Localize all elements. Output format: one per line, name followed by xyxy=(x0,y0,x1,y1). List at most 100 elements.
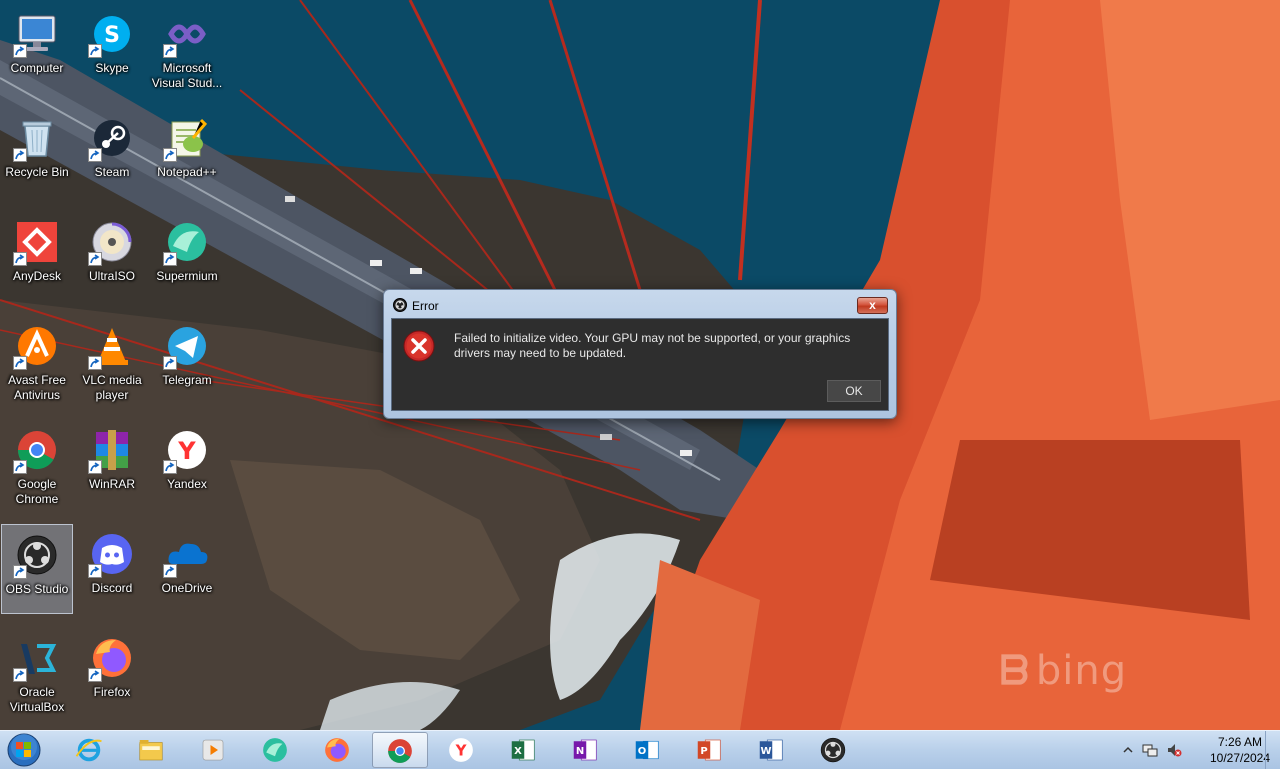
desktop-shortcut-label: Avast Free Antivirus xyxy=(8,373,66,402)
taskbar-button-chrome[interactable] xyxy=(372,732,428,768)
svg-text:X: X xyxy=(514,746,522,757)
shortcut-arrow-icon xyxy=(13,356,27,370)
desktop-shortcut-avast[interactable]: Avast Free Antivirus xyxy=(1,316,73,406)
shortcut-arrow-icon xyxy=(13,252,27,266)
supermium-icon xyxy=(163,218,211,266)
system-tray: 7:26 AM 10/27/2024 xyxy=(1120,731,1280,769)
shortcut-arrow-icon xyxy=(13,460,27,474)
svg-text:O: O xyxy=(638,746,647,757)
desktop-shortcut-label: OBS Studio xyxy=(5,582,69,596)
chrome-icon xyxy=(388,739,412,763)
shortcut-arrow-icon xyxy=(13,148,27,162)
ok-button[interactable]: OK xyxy=(827,380,881,402)
close-button[interactable]: x xyxy=(857,297,888,314)
desktop-shortcut-anydesk[interactable]: AnyDesk xyxy=(1,212,73,302)
taskbar-button-internet-explorer[interactable] xyxy=(62,732,118,768)
svg-text:P: P xyxy=(700,746,707,757)
shortcut-arrow-icon xyxy=(163,148,177,162)
desktop-shortcut-notepad-plus-plus[interactable]: Notepad++ xyxy=(151,108,223,198)
onenote-icon: N xyxy=(573,739,597,761)
taskbar-button-outlook[interactable]: O xyxy=(620,732,676,768)
discord-icon xyxy=(88,530,136,578)
desktop-shortcut-onedrive[interactable]: OneDrive xyxy=(151,524,223,614)
taskbar-button-supermium[interactable] xyxy=(248,732,304,768)
desktop-shortcut-chrome[interactable]: Google Chrome xyxy=(1,420,73,510)
yandex-icon: Y xyxy=(163,426,211,474)
dialog-titlebar[interactable]: Error x xyxy=(384,290,896,318)
desktop-shortcut-supermium[interactable]: Supermium xyxy=(151,212,223,302)
desktop-shortcut-label: Recycle Bin xyxy=(5,165,69,179)
taskbar-button-obs[interactable] xyxy=(806,732,862,768)
supermium-icon xyxy=(263,738,287,762)
desktop-shortcut-label: Notepad++ xyxy=(157,165,217,179)
shortcut-arrow-icon xyxy=(88,148,102,162)
virtualbox-icon xyxy=(13,634,61,682)
error-message: Failed to initialize video. Your GPU may… xyxy=(454,331,851,360)
taskbar-button-media-player[interactable] xyxy=(186,732,242,768)
obs-icon xyxy=(820,737,846,763)
desktop-shortcut-vlc[interactable]: VLC media player xyxy=(76,316,148,406)
svg-text:Y: Y xyxy=(455,742,468,760)
firefox-icon xyxy=(325,738,349,762)
shortcut-arrow-icon xyxy=(88,460,102,474)
desktop-shortcut-yandex[interactable]: Y Yandex xyxy=(151,420,223,510)
desktop-shortcut-recycle-bin[interactable]: Recycle Bin xyxy=(1,108,73,198)
chrome-icon xyxy=(13,426,61,474)
taskbar-button-explorer-folder[interactable] xyxy=(124,732,180,768)
shortcut-arrow-icon xyxy=(163,460,177,474)
show-desktop-button[interactable] xyxy=(1265,731,1280,769)
desktop-shortcut-ultraiso[interactable]: UltraISO xyxy=(76,212,148,302)
desktop-shortcut-label: Firefox xyxy=(93,685,131,699)
taskbar-button-firefox[interactable] xyxy=(310,732,366,768)
shortcut-arrow-icon xyxy=(163,356,177,370)
desktop-shortcut-computer[interactable]: Computer xyxy=(1,4,73,94)
volume-muted-icon[interactable] xyxy=(1166,742,1182,758)
desktop-shortcut-label: WinRAR xyxy=(88,477,135,491)
svg-text:S: S xyxy=(104,23,120,48)
desktop-shortcut-label: Telegram xyxy=(162,373,212,387)
desktop-shortcut-label: OneDrive xyxy=(161,581,213,595)
taskbar-button-word[interactable]: W xyxy=(744,732,800,768)
shortcut-arrow-icon xyxy=(13,44,27,58)
ultraiso-icon xyxy=(88,218,136,266)
shortcut-arrow-icon xyxy=(163,44,177,58)
powerpoint-icon: P xyxy=(697,739,721,761)
skype-icon: S xyxy=(88,10,136,58)
shortcut-arrow-icon xyxy=(13,668,27,682)
shortcut-arrow-icon xyxy=(13,565,27,579)
taskbar-button-excel[interactable]: X xyxy=(496,732,552,768)
desktop-shortcut-discord[interactable]: Discord xyxy=(76,524,148,614)
shortcut-arrow-icon xyxy=(163,564,177,578)
svg-text:Y: Y xyxy=(177,437,196,465)
desktop-shortcut-virtualbox[interactable]: Oracle VirtualBox xyxy=(1,628,73,718)
desktop-shortcut-steam[interactable]: Steam xyxy=(76,108,148,198)
start-button[interactable] xyxy=(2,732,46,768)
network-icon[interactable] xyxy=(1142,742,1158,758)
desktop-shortcut-label: AnyDesk xyxy=(12,269,62,283)
desktop-shortcut-telegram[interactable]: Telegram xyxy=(151,316,223,406)
outlook-icon: O xyxy=(635,740,659,760)
windows-orb-icon xyxy=(7,733,41,767)
desktop-shortcut-obs[interactable]: OBS Studio xyxy=(1,524,73,614)
dialog-body: Failed to initialize video. Your GPU may… xyxy=(391,318,889,411)
svg-text:N: N xyxy=(576,746,584,757)
recycle-bin-icon xyxy=(13,114,61,162)
desktop-shortcut-firefox[interactable]: Firefox xyxy=(76,628,148,718)
desktop-shortcut-label: Steam xyxy=(94,165,130,179)
taskbar-button-onenote[interactable]: N xyxy=(558,732,614,768)
firefox-icon xyxy=(88,634,136,682)
taskbar-button-powerpoint[interactable]: P xyxy=(682,732,738,768)
desktop-shortcut-label: UltraISO xyxy=(88,269,135,283)
desktop-shortcut-visual-studio[interactable]: Microsoft Visual Stud... xyxy=(151,4,223,94)
tray-expand-icon[interactable] xyxy=(1120,742,1136,758)
taskbar-button-yandex[interactable]: Y xyxy=(434,732,490,768)
desktop-shortcut-label: Google Chrome xyxy=(15,477,59,506)
desktop-shortcut-skype[interactable]: S Skype xyxy=(76,4,148,94)
winrar-icon xyxy=(88,426,136,474)
desktop-shortcut-label: Computer xyxy=(10,61,64,75)
desktop-shortcut-winrar[interactable]: WinRAR xyxy=(76,420,148,510)
vlc-icon xyxy=(88,322,136,370)
shortcut-arrow-icon xyxy=(163,252,177,266)
close-icon: x xyxy=(869,298,876,312)
internet-explorer-icon xyxy=(75,738,102,762)
